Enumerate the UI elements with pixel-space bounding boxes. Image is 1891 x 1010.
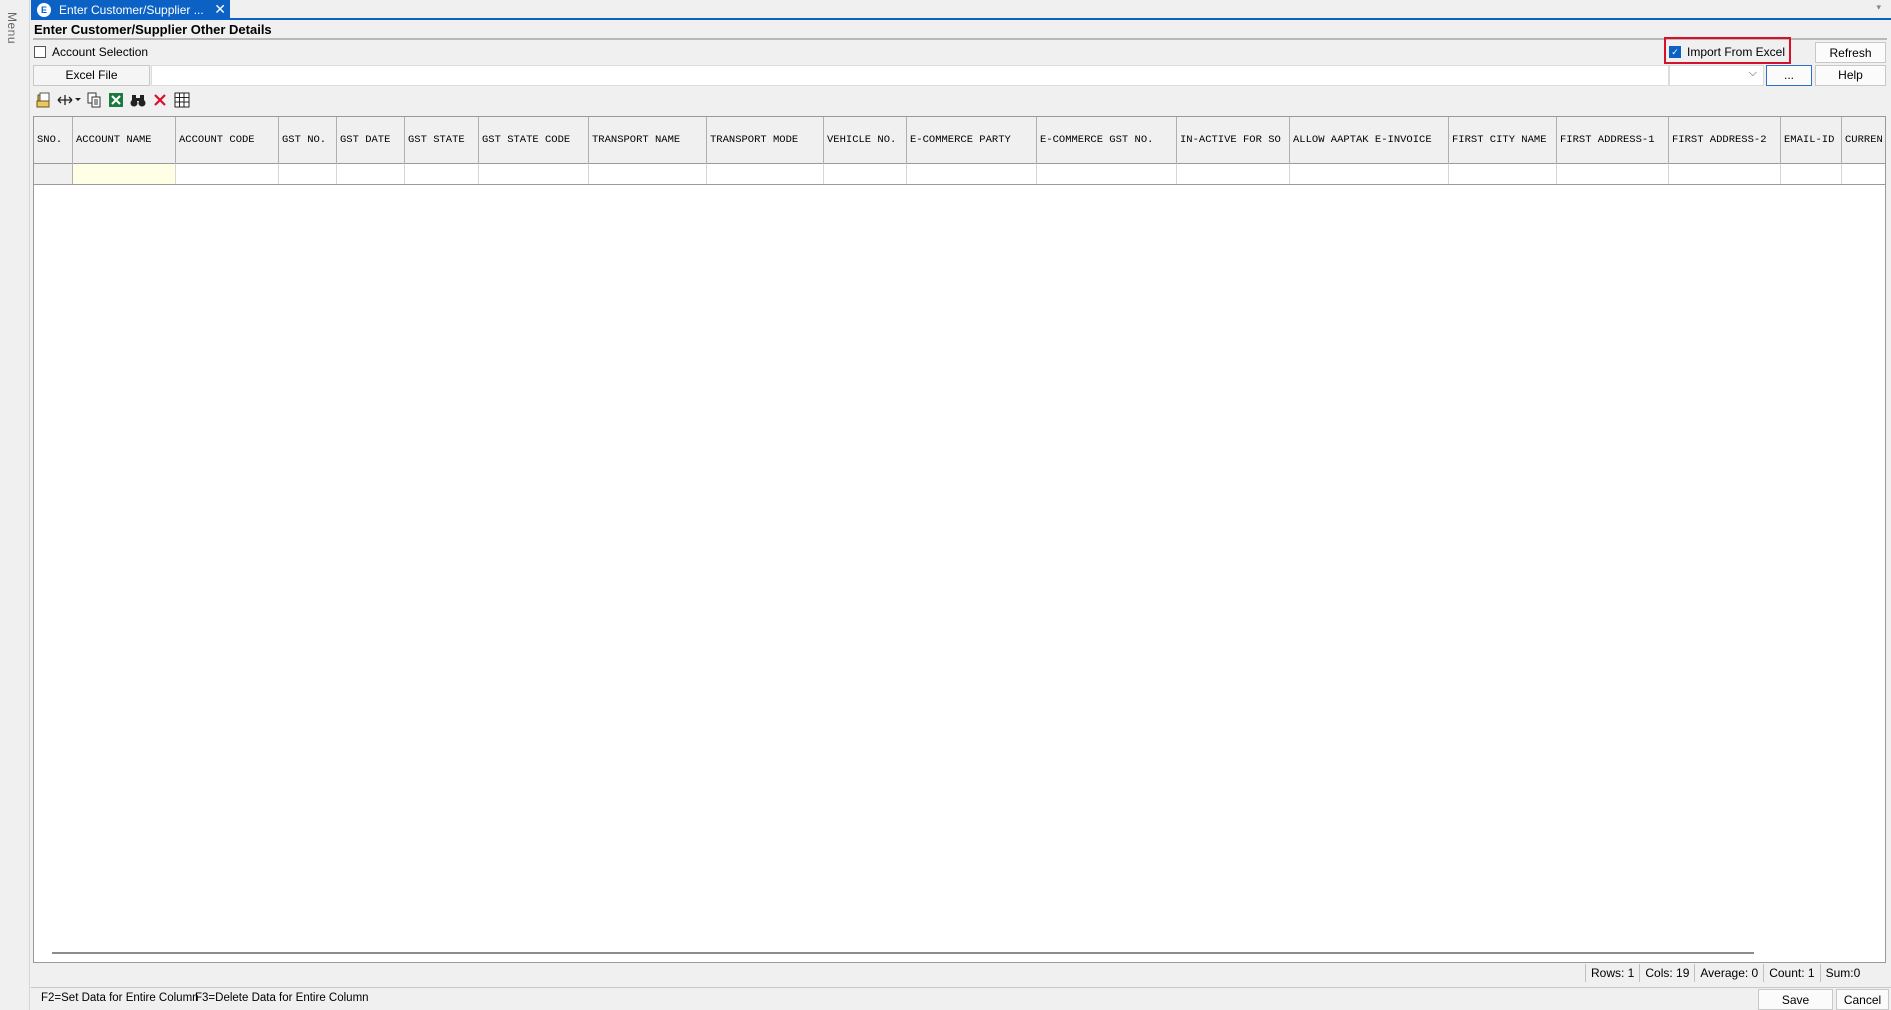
grid-icon[interactable] bbox=[171, 90, 193, 110]
column-header-gst-no[interactable]: GST NO. bbox=[279, 117, 337, 164]
column-header-vehicle-no[interactable]: VEHICLE NO. bbox=[824, 117, 907, 164]
excel-file-input[interactable] bbox=[151, 65, 1669, 86]
column-header-sno[interactable]: SNO. bbox=[34, 117, 73, 164]
f2-hint: F2=Set Data for Entire Column bbox=[41, 992, 199, 1004]
grid-header: SNO. ACCOUNT NAME ACCOUNT CODE GST NO. GST D… bbox=[34, 117, 1885, 164]
chevron-down-icon: ⌵ bbox=[1748, 67, 1757, 79]
column-header-account-name[interactable]: ACCOUNT NAME bbox=[73, 117, 176, 164]
grid-cell-curren[interactable] bbox=[1842, 164, 1885, 184]
grid-cell-vehicle-no[interactable] bbox=[824, 164, 907, 184]
footer-bar: F2=Set Data for Entire Column F3=Delete … bbox=[31, 987, 1891, 1010]
column-header-first-address-1[interactable]: FIRST ADDRESS-1 bbox=[1557, 117, 1669, 164]
sheet-dropdown[interactable]: ⌵ bbox=[1669, 65, 1764, 86]
find-icon[interactable] bbox=[127, 90, 149, 110]
close-icon[interactable]: ✕ bbox=[214, 1, 226, 17]
grid-cell-e-commerce-party[interactable] bbox=[907, 164, 1037, 184]
save-button[interactable]: Save bbox=[1758, 989, 1833, 1010]
column-resize-icon[interactable] bbox=[55, 90, 83, 110]
grid-cell-transport-name[interactable] bbox=[589, 164, 707, 184]
status-cols: Cols: 19 bbox=[1639, 964, 1694, 982]
status-count: Count: 1 bbox=[1763, 964, 1819, 982]
help-button[interactable]: Help bbox=[1815, 65, 1886, 86]
refresh-button[interactable]: Refresh bbox=[1815, 42, 1886, 63]
grid-cell-transport-mode[interactable] bbox=[707, 164, 824, 184]
account-selection-label: Account Selection bbox=[52, 45, 149, 59]
app-window: Menu E Enter Customer/Supplier ... ✕ ▾ E… bbox=[0, 0, 1891, 1010]
status-bar: Rows: 1 Cols: 19 Average: 0 Count: 1 Sum… bbox=[1585, 964, 1865, 982]
chevron-down-icon[interactable]: ▾ bbox=[1876, 2, 1881, 13]
account-selection-checkbox[interactable] bbox=[34, 46, 46, 58]
grid-cell-first-address-2[interactable] bbox=[1669, 164, 1781, 184]
side-menu[interactable]: Menu bbox=[0, 0, 30, 1010]
tab-bar: E Enter Customer/Supplier ... ✕ ▾ bbox=[31, 0, 1891, 20]
grid-cell-account-code[interactable] bbox=[176, 164, 279, 184]
grid-cell-gst-state-code[interactable] bbox=[479, 164, 589, 184]
column-header-account-code[interactable]: ACCOUNT CODE bbox=[176, 117, 279, 164]
column-header-gst-state[interactable]: GST STATE bbox=[405, 117, 479, 164]
column-header-email-id[interactable]: EMAIL-ID bbox=[1781, 117, 1842, 164]
row-header-cell[interactable] bbox=[34, 164, 73, 184]
status-average: Average: 0 bbox=[1694, 964, 1763, 982]
highlight-box bbox=[1664, 37, 1791, 64]
grid-cell-gst-state[interactable] bbox=[405, 164, 479, 184]
column-header-e-commerce-gst-no[interactable]: E-COMMERCE GST NO. bbox=[1037, 117, 1177, 164]
account-selection-option[interactable]: Account Selection bbox=[34, 45, 148, 59]
page-title: Enter Customer/Supplier Other Details bbox=[34, 22, 272, 37]
copy-icon[interactable] bbox=[83, 90, 105, 110]
cancel-button[interactable]: Cancel bbox=[1836, 989, 1889, 1010]
column-header-transport-name[interactable]: TRANSPORT NAME bbox=[589, 117, 707, 164]
data-grid[interactable]: SNO. ACCOUNT NAME ACCOUNT CODE GST NO. GST D… bbox=[33, 116, 1886, 963]
grid-cell-gst-date[interactable] bbox=[337, 164, 405, 184]
column-header-e-commerce-party[interactable]: E-COMMERCE PARTY bbox=[907, 117, 1037, 164]
grid-cell-gst-no[interactable] bbox=[279, 164, 337, 184]
column-header-gst-state-code[interactable]: GST STATE CODE bbox=[479, 117, 589, 164]
status-sum: Sum:0 bbox=[1819, 964, 1866, 982]
delete-icon[interactable] bbox=[149, 90, 171, 110]
f3-hint: F3=Delete Data for Entire Column bbox=[195, 992, 369, 1004]
app-logo-icon: E bbox=[37, 2, 51, 17]
menu-label[interactable]: Menu bbox=[5, 12, 19, 44]
column-header-first-address-2[interactable]: FIRST ADDRESS-2 bbox=[1669, 117, 1781, 164]
grid-cell-email-id[interactable] bbox=[1781, 164, 1842, 184]
grid-cell-e-commerce-gst-no[interactable] bbox=[1037, 164, 1177, 184]
grid-cell-first-address-1[interactable] bbox=[1557, 164, 1669, 184]
column-header-in-active-for-so[interactable]: IN-ACTIVE FOR SO bbox=[1177, 117, 1290, 164]
excel-export-icon[interactable] bbox=[105, 90, 127, 110]
column-header-gst-date[interactable]: GST DATE bbox=[337, 117, 405, 164]
open-icon[interactable] bbox=[33, 90, 55, 110]
excel-file-label: Excel File bbox=[33, 65, 150, 86]
grid-cell-account-name[interactable] bbox=[73, 164, 176, 184]
grid-cell-allow-aaptak-e-invoice[interactable] bbox=[1290, 164, 1449, 184]
divider bbox=[33, 38, 1887, 40]
horizontal-scrollbar[interactable] bbox=[52, 952, 1754, 954]
table-row[interactable] bbox=[34, 164, 1885, 185]
grid-cell-in-active-for-so[interactable] bbox=[1177, 164, 1290, 184]
column-header-curren[interactable]: CURREN bbox=[1842, 117, 1885, 164]
column-header-allow-aaptak-e-invoice[interactable]: ALLOW AAPTAK E-INVOICE bbox=[1290, 117, 1449, 164]
browse-button[interactable]: ... bbox=[1766, 65, 1812, 86]
tab-customer-supplier-details[interactable]: E Enter Customer/Supplier ... ✕ bbox=[31, 0, 230, 19]
tab-title: Enter Customer/Supplier ... bbox=[59, 2, 204, 17]
column-header-first-city-name[interactable]: FIRST CITY NAME bbox=[1449, 117, 1557, 164]
column-header-transport-mode[interactable]: TRANSPORT MODE bbox=[707, 117, 824, 164]
status-rows: Rows: 1 bbox=[1585, 964, 1639, 982]
grid-cell-first-city-name[interactable] bbox=[1449, 164, 1557, 184]
grid-toolbar bbox=[33, 89, 193, 111]
